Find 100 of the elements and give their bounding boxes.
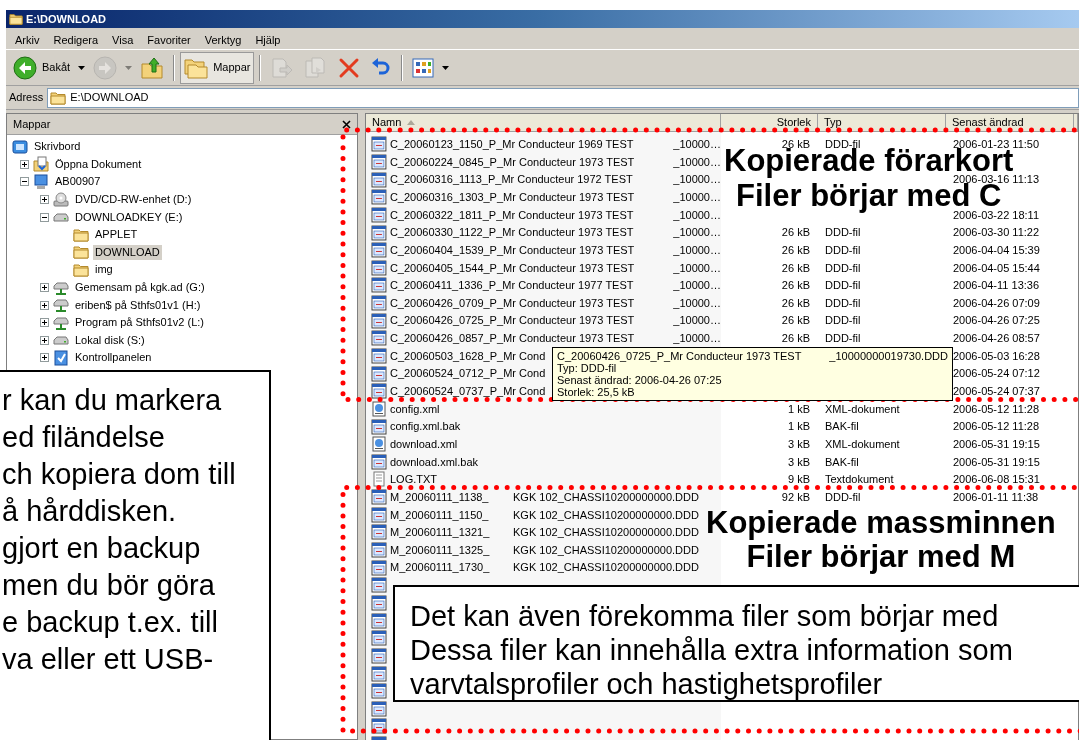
tree-item[interactable]: Gemensam på kgk.ad (G:) [73,280,207,296]
collapse-toggle-icon[interactable] [20,177,29,187]
file-name[interactable]: C_20060404_1539_P_Mr Conducteur 1973 TEST [389,243,635,256]
file-size: 26 kB [781,226,810,239]
address-field[interactable]: E:\DOWNLOAD [47,87,1079,108]
file-name[interactable]: M_20060111_1325_ [390,543,490,556]
file-name-suffix: _10000… [673,242,721,258]
tree-item[interactable]: Program på Sthfs01v2 (L:) [73,315,206,331]
file-size: 26 kB [781,243,810,256]
file-name[interactable]: config.xml [390,402,440,415]
address-label: Adress [9,90,44,106]
file-name[interactable]: config.xml.bak [390,420,461,433]
tree-item[interactable]: Kontrollpanelen [73,350,154,366]
file-name[interactable]: C_20060224_0845_P_Mr Conducteur 1973 TEST [389,155,635,168]
tree-item[interactable]: DOWNLOADKEY (E:) [73,209,185,225]
file-type: XML-dokument [825,437,900,450]
file-name[interactable]: M_20060111_1321_ [390,526,490,539]
file-name[interactable]: C_20060316_1113_P_Mr Conducteur 1972 TEST [389,173,633,186]
tree-item[interactable]: DVD/CD-RW-enhet (D:) [73,192,194,208]
file-type: DDD-fil [825,296,861,309]
cd-drive-icon [53,191,69,208]
file-type: Textdokument [825,473,894,486]
file-window-icon [371,594,387,611]
file-name[interactable]: C_20060426_0709_P_Mr Conducteur 1973 TEST [389,296,635,309]
folders-button[interactable]: Mappar [180,51,255,84]
file-name[interactable]: M_20060111_1138_ [390,490,489,503]
expand-toggle-icon[interactable] [40,335,49,345]
menu-item[interactable]: Verktyg [197,31,249,48]
tooltip-file-name: C_20060426_0725_P_Mr Conducteur 1973 TEST [557,350,802,362]
file-name[interactable]: C_20060330_1122_P_Mr Conducteur 1973 TEST [389,226,634,239]
folder-up-icon [140,55,165,80]
callout-text: Det kan även förekomma filer som börjar med [410,599,999,633]
file-type: DDD-fil [825,332,861,345]
expand-toggle-icon[interactable] [40,283,49,293]
file-window-icon [371,542,387,559]
expand-toggle-icon[interactable] [20,159,29,169]
file-size: 92 kB [781,490,810,503]
file-name[interactable]: M_20060111_1150_ [390,508,489,521]
file-name[interactable]: C_20060503_1628_P_Mr Cond [390,349,546,362]
file-name-suffix: _10000… [673,260,721,276]
tree-item[interactable]: DOWNLOAD [93,244,162,260]
file-name-suffix: _10000… [673,313,721,329]
column-header[interactable]: Storlek [721,114,818,131]
column-header[interactable]: Namn [366,114,721,131]
file-name[interactable]: C_20060426_0725_P_Mr Conducteur 1973 TEST [389,314,635,327]
file-name[interactable]: C_20060405_1544_P_Mr Conducteur 1973 TEST [389,261,635,274]
tree-item[interactable]: img [93,262,115,278]
expand-toggle-icon[interactable] [40,318,49,328]
callout-text: Dessa filer kan innehålla extra information som [410,633,1013,667]
file-name[interactable]: M_20060111_1730_ [390,561,490,574]
file-name[interactable]: C_20060524_0737_P_Mr Cond [390,385,546,398]
file-name-suffix: KGK 102_CHASSI10200000000.DDD [513,489,699,505]
file-name[interactable]: C_20060316_1303_P_Mr Conducteur 1973 TEST [389,191,635,203]
menu-item[interactable]: Redigera [46,31,106,48]
file-window-icon [371,453,387,470]
file-size: 1 kB [788,420,810,433]
file-window-icon [371,489,387,506]
file-name[interactable]: download.xml [390,437,458,450]
file-window-icon [371,295,387,312]
file-size: 26 kB [781,261,810,274]
file-name[interactable]: download.xml.bak [390,455,479,468]
caret-icon [125,65,133,70]
menu-item[interactable]: Visa [105,31,141,48]
folder-icon [73,226,89,243]
file-name[interactable]: C_20060524_0712_P_Mr Cond [390,367,546,380]
collapse-toggle-icon[interactable] [40,212,49,222]
file-name[interactable]: C_20060322_1811_P_Mr Conducteur 1973 TEST [389,208,634,221]
sort-arrow-icon [407,119,416,125]
file-window-icon [371,630,387,647]
desktop-icon [12,138,28,155]
expand-toggle-icon[interactable] [40,300,49,310]
back-button[interactable]: Bakåt [9,51,75,84]
file-name[interactable]: C_20060426_0857_P_Mr Conducteur 1973 TEST [389,332,635,345]
tree-item[interactable]: Skrivbord [32,139,83,155]
file-name-suffix: KGK 102_CHASSI10200000000.DDD [513,560,699,576]
tree-item[interactable]: APPLET [93,227,140,243]
expand-toggle-icon[interactable] [40,195,49,205]
modified-date: 2006-04-11 13:36 [953,279,1040,292]
menu-item[interactable]: Arkiv [8,31,47,48]
column-header[interactable]: Typ [818,114,946,131]
tree-item[interactable]: Lokal disk (S:) [73,332,147,348]
network-drive-icon [53,297,69,314]
tree-item[interactable]: eriben$ på Sthfs01v1 (H:) [73,297,203,313]
file-name-suffix: _10000… [673,295,721,311]
tree-item[interactable]: Öppna Dokument [53,156,144,172]
folder-icon [73,244,89,261]
file-name[interactable]: LOG.TXT [390,473,438,486]
close-icon[interactable] [342,119,351,129]
file-name[interactable]: C_20060411_1336_P_Mr Conducteur 1977 TEST [389,279,634,292]
file-name[interactable]: C_20060123_1150_P_Mr Conducteur 1969 TEST [389,138,634,151]
tree-item[interactable]: AB00907 [53,174,103,190]
file-size: 26 kB [781,296,810,309]
network-drive-icon [53,314,69,331]
menu-item[interactable]: Hjälp [248,31,288,48]
file-window-icon [371,171,387,188]
column-header[interactable]: Senast ändrad [946,114,1074,131]
modified-date: 2006-04-04 15:39 [953,243,1040,256]
menu-item[interactable]: Favoriter [140,31,198,48]
network-drive-icon [53,279,69,296]
expand-toggle-icon[interactable] [40,353,49,363]
